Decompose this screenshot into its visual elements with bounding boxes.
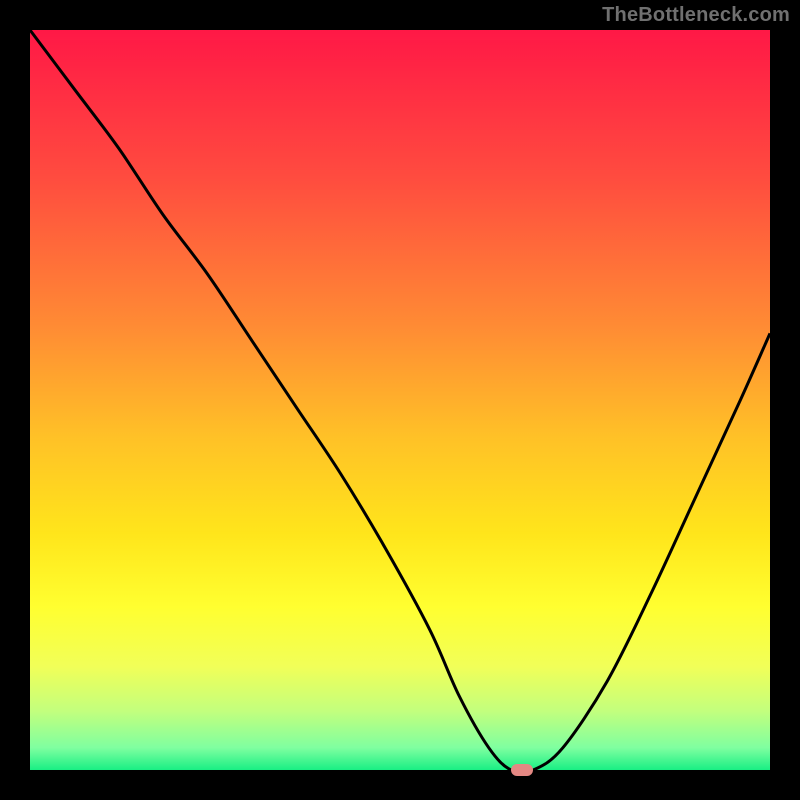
bottleneck-curve: [30, 30, 770, 770]
attribution-label: TheBottleneck.com: [602, 4, 790, 27]
optimal-point-marker: [511, 764, 533, 776]
curve-layer: [30, 30, 770, 770]
chart-frame: TheBottleneck.com: [0, 0, 800, 800]
plot-area: [30, 30, 770, 770]
